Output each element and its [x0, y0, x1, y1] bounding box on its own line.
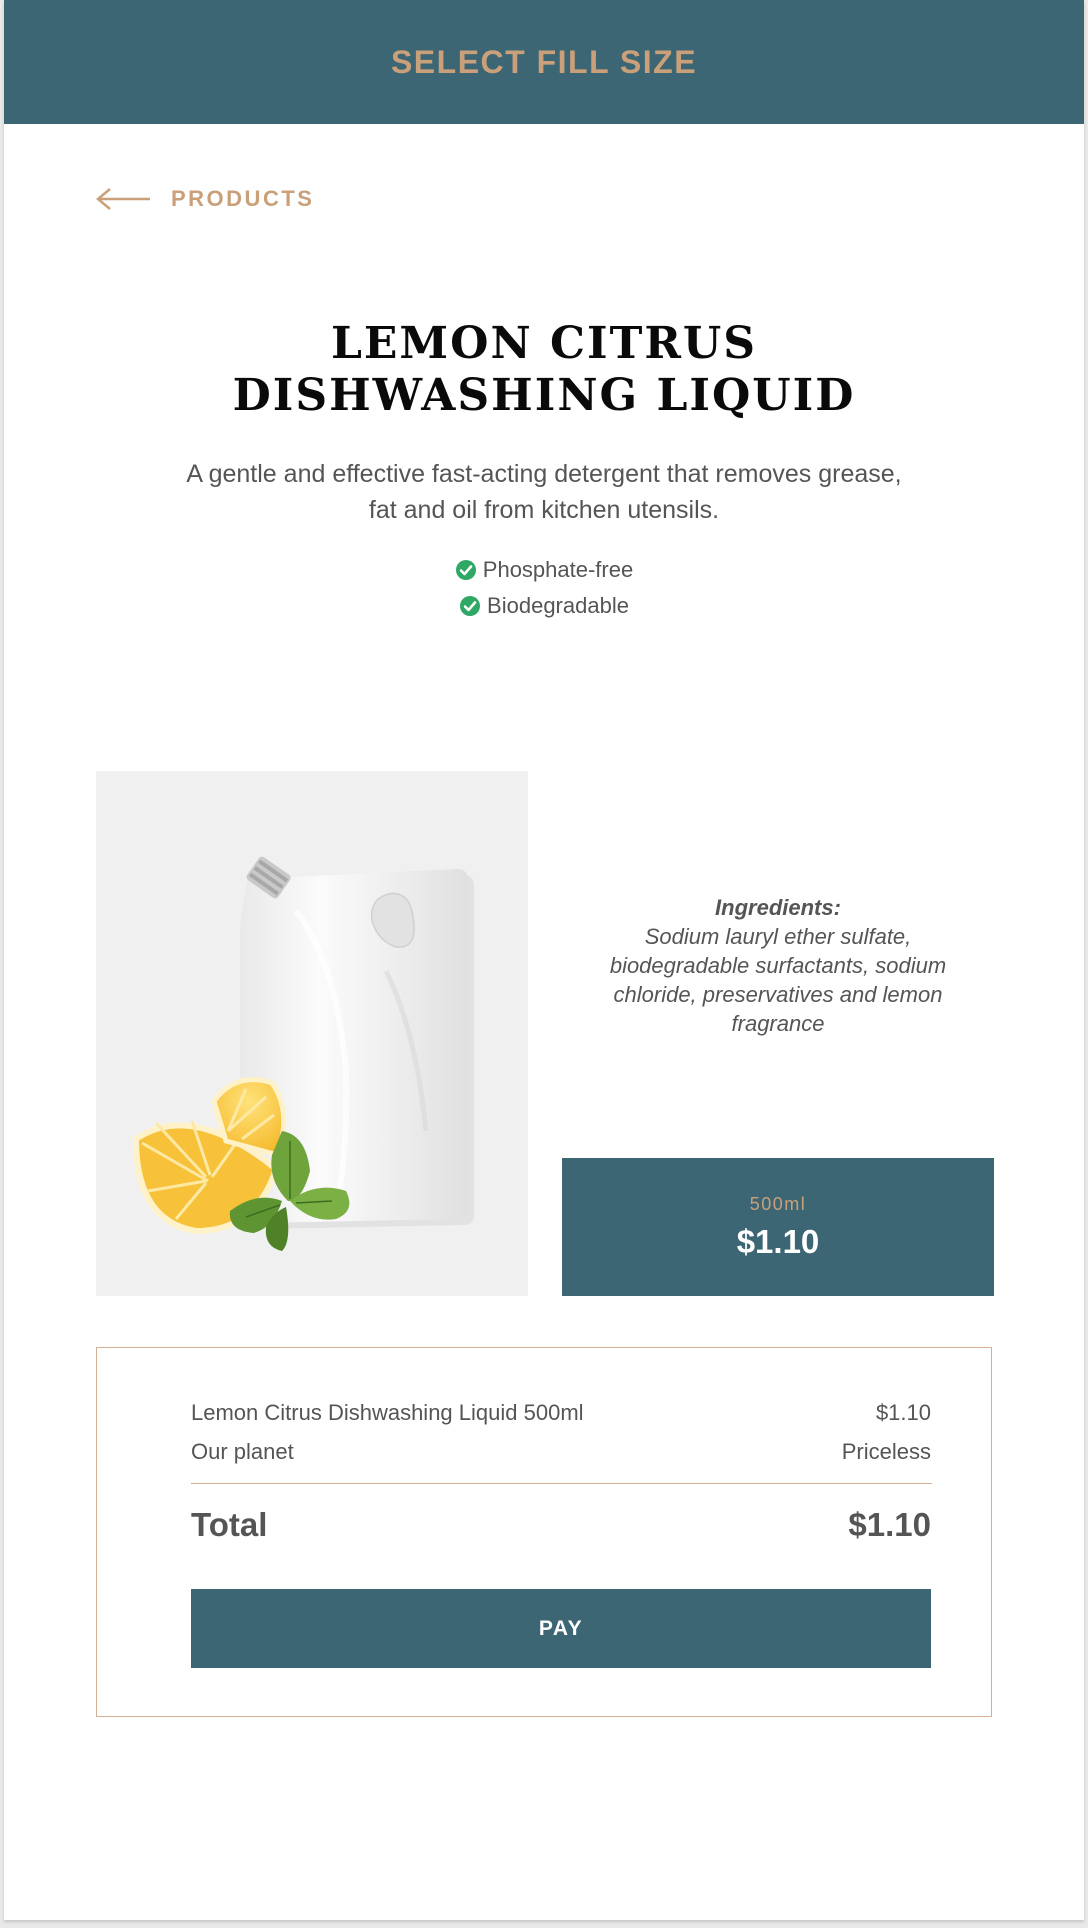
pay-button[interactable]: PAY [191, 1589, 931, 1668]
product-title: LEMON CITRUS DISHWASHING LIQUID [4, 318, 1084, 422]
ingredients-text: Sodium lauryl ether sulfate, biodegradab… [609, 924, 947, 1036]
top-bar: SELECT FILL SIZE [4, 0, 1084, 124]
summary-line-item: Lemon Citrus Dishwashing Liquid 500ml $1… [191, 1400, 931, 1426]
page: SELECT FILL SIZE PRODUCTS LEMON CITRUS D… [4, 0, 1084, 1920]
ingredients-block: Ingredients: Sodium lauryl ether sulfate… [562, 893, 994, 1038]
feature-list: Phosphate-free Biodegradable [4, 552, 1084, 624]
summary-divider [191, 1483, 932, 1484]
ingredients-heading: Ingredients: [715, 895, 841, 920]
line-item-price: Priceless [841, 1439, 931, 1464]
line-item-name: Our planet [191, 1439, 294, 1464]
arrow-left-icon [96, 188, 150, 210]
feature-label: Phosphate-free [482, 557, 634, 582]
order-summary: Lemon Citrus Dishwashing Liquid 500ml $1… [96, 1347, 992, 1717]
product-title-line-1: LEMON CITRUS [330, 318, 758, 369]
summary-line-item: Our planet Priceless [191, 1439, 931, 1465]
total-label: Total [191, 1506, 268, 1543]
feature-item: Phosphate-free [455, 552, 633, 588]
page-header-title: SELECT FILL SIZE [390, 43, 698, 80]
back-link-label: PRODUCTS [171, 186, 315, 211]
size-price: $1.10 [736, 1222, 820, 1260]
product-image [96, 771, 528, 1296]
product-title-line-2: DISHWASHING LIQUID [232, 370, 856, 421]
total-value: $1.10 [848, 1506, 931, 1543]
refill-pouch-illustration [132, 856, 474, 1251]
feature-item: Biodegradable [459, 588, 629, 624]
check-circle-icon [460, 596, 481, 616]
check-circle-icon [455, 560, 476, 580]
line-item-price: $1.10 [875, 1400, 931, 1425]
back-to-products-link[interactable]: PRODUCTS [95, 186, 314, 212]
summary-total: Total $1.10 [191, 1506, 931, 1544]
size-label: 500ml [749, 1193, 807, 1214]
line-item-name: Lemon Citrus Dishwashing Liquid 500ml [191, 1400, 584, 1425]
fill-size-option-500ml[interactable]: 500ml $1.10 [562, 1158, 994, 1296]
product-description: A gentle and effective fast-acting deter… [186, 460, 902, 524]
feature-label: Biodegradable [487, 593, 629, 618]
